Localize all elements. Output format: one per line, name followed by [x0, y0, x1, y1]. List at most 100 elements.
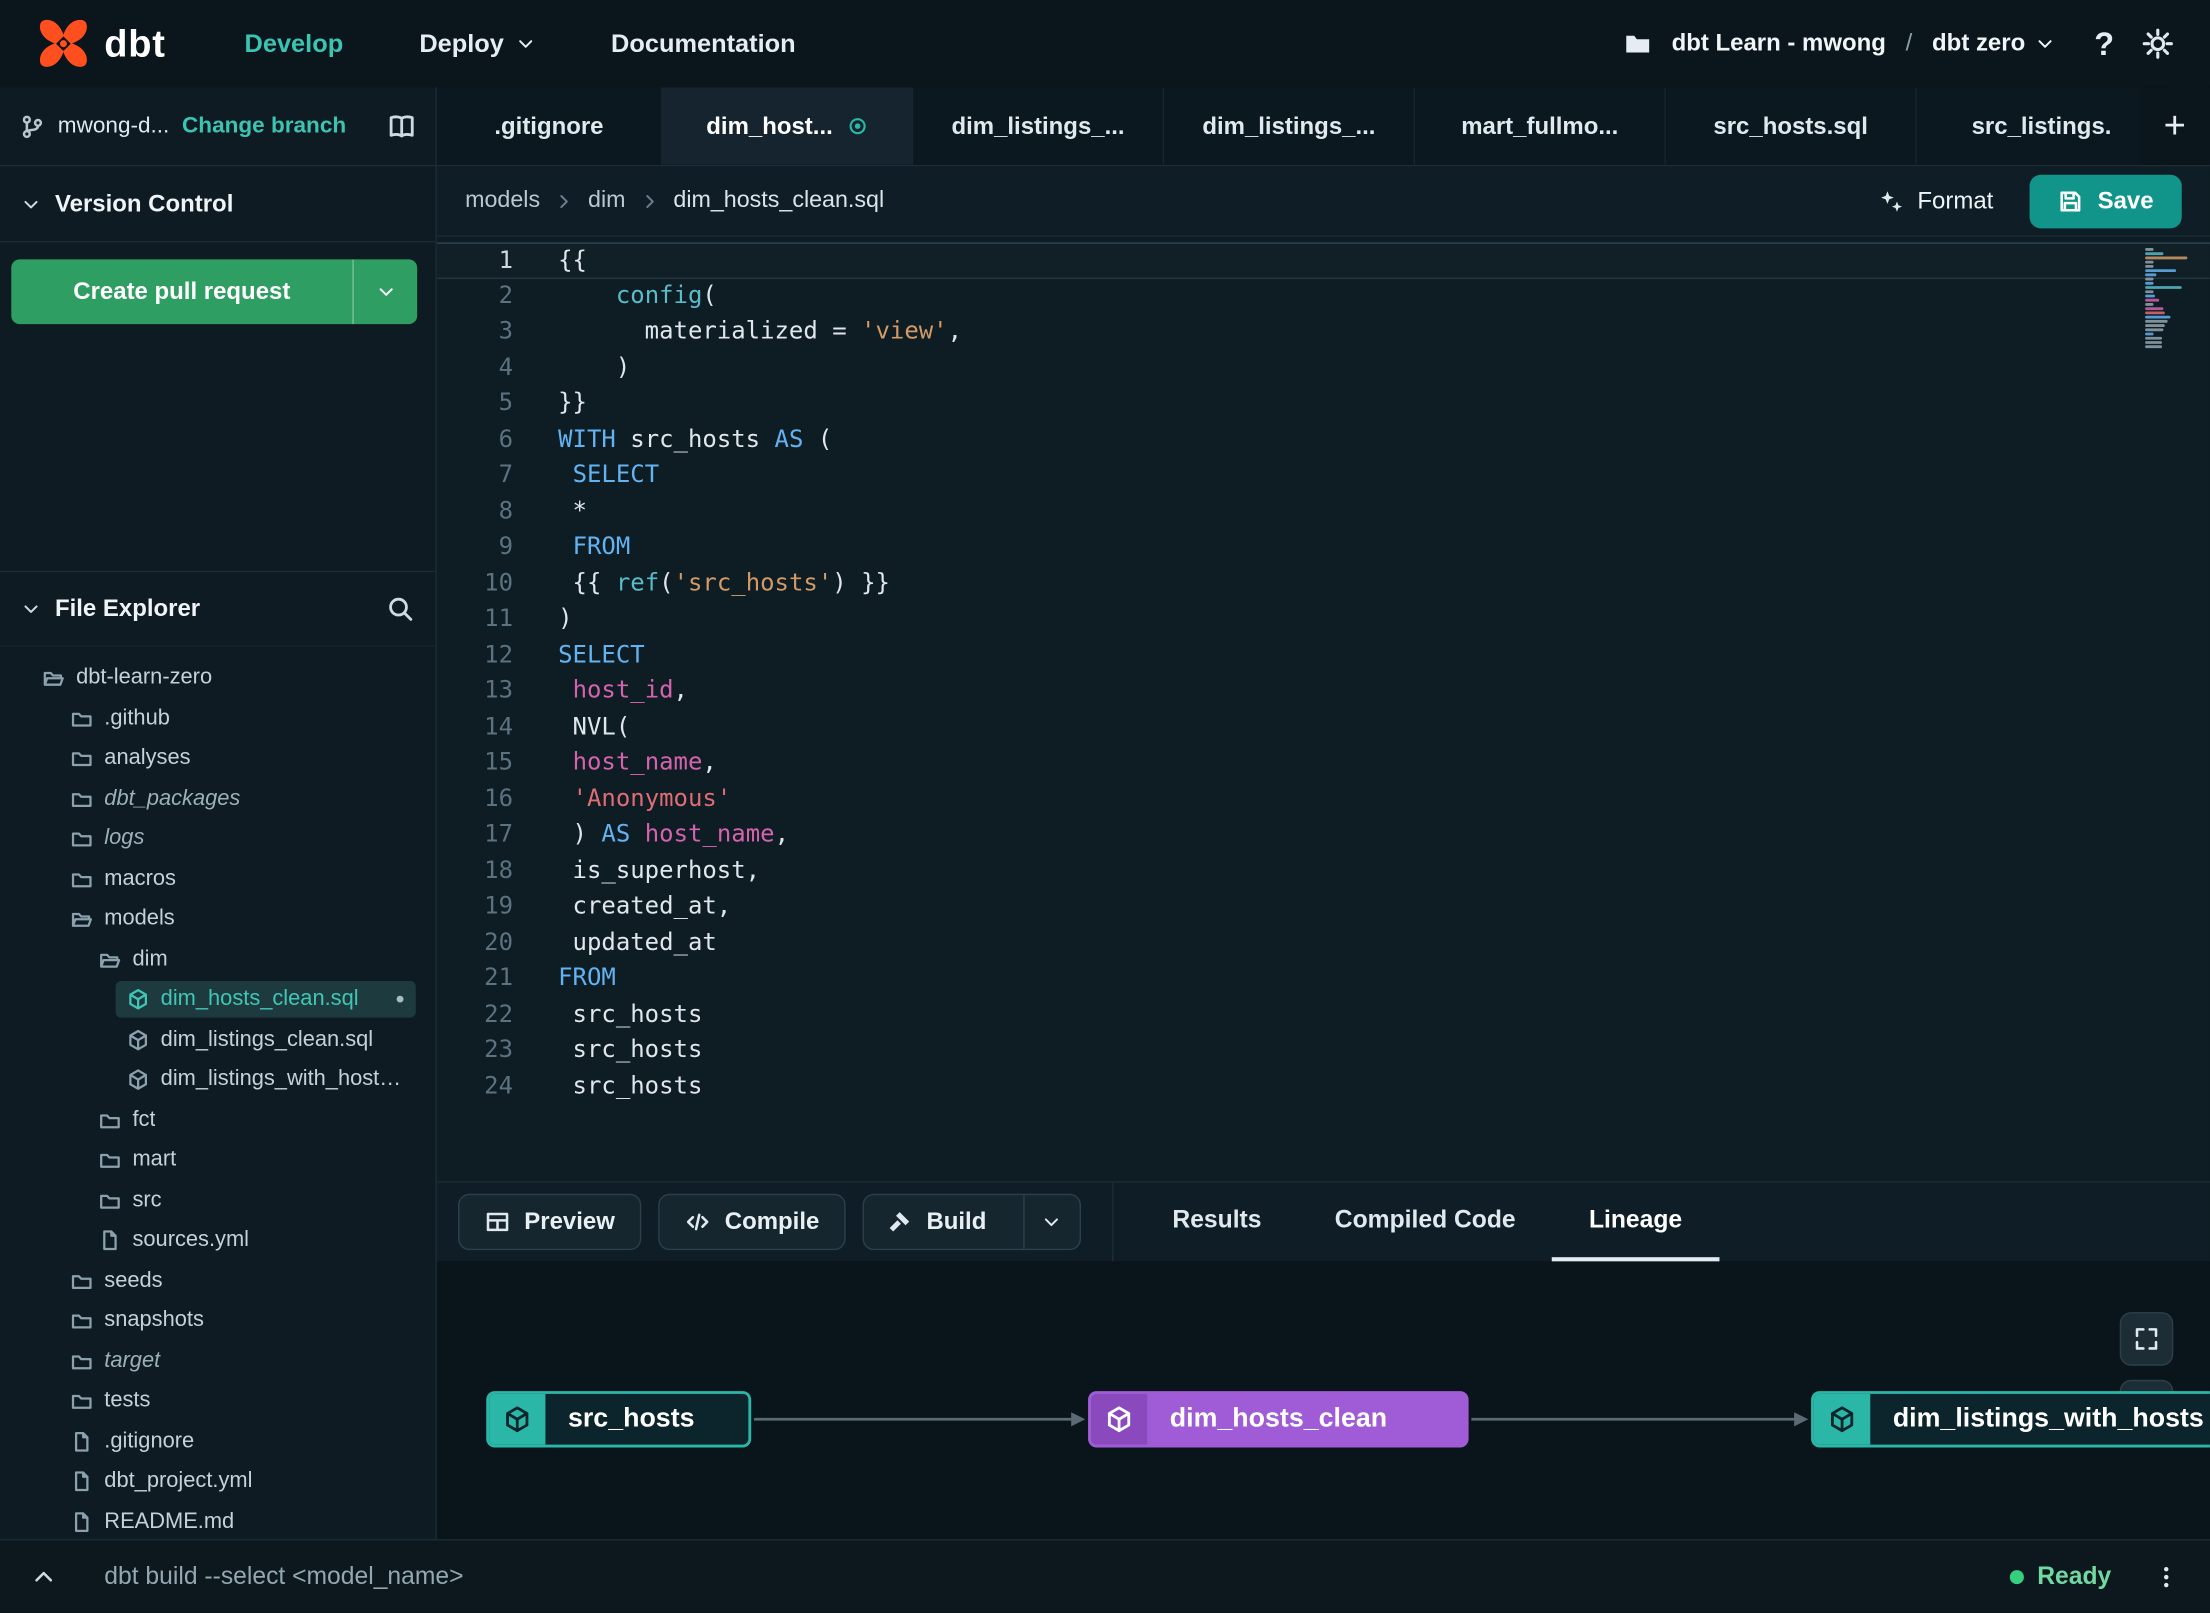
tree-item-src[interactable]: src: [87, 1182, 415, 1219]
code-line[interactable]: 16 'Anonymous': [437, 782, 2210, 818]
code-line[interactable]: 2 config(: [437, 278, 2210, 314]
breadcrumb-models[interactable]: models: [465, 187, 540, 214]
file-tree-row: tests: [0, 1381, 436, 1421]
code-line[interactable]: 4 ): [437, 350, 2210, 386]
editor-tab-src-listings[interactable]: src_listings.: [1916, 87, 2168, 165]
code-line[interactable]: 19 created_at,: [437, 889, 2210, 925]
compile-button[interactable]: Compile: [658, 1193, 847, 1251]
code-line[interactable]: 17 ) AS host_name,: [437, 817, 2210, 853]
code-editor[interactable]: 1{{2 config(3 materialized = 'view', 4 ) 5…: [436, 236, 2210, 1182]
lineage-canvas[interactable]: src_hosts dim_hosts_clean dim_listings_wit…: [436, 1261, 2210, 1540]
code-line[interactable]: 8 *: [437, 494, 2210, 530]
format-button[interactable]: Format: [1879, 187, 1993, 215]
tree-item-mart[interactable]: mart: [87, 1142, 415, 1179]
tree-item-github[interactable]: .github: [59, 700, 416, 737]
tree-item-dim-listings-with-hosts[interactable]: dim_listings_with_hosts...: [116, 1062, 416, 1099]
branch-name[interactable]: mwong-d...: [58, 113, 170, 138]
search-icon[interactable]: [386, 595, 414, 623]
save-button[interactable]: Save: [2029, 174, 2182, 228]
editor-tab-mart-fullmo[interactable]: mart_fullmo...: [1415, 87, 1666, 165]
code-line[interactable]: 1 {{: [436, 242, 2210, 279]
build-dropdown-toggle[interactable]: [1022, 1195, 1079, 1249]
settings-gear-icon[interactable]: [2142, 28, 2173, 59]
pr-dropdown-toggle[interactable]: [352, 259, 417, 325]
code-line[interactable]: 21 FROM: [437, 961, 2210, 997]
tree-item-dbt-packages[interactable]: dbt_packages: [59, 780, 416, 817]
create-pull-request-button[interactable]: Create pull request: [11, 259, 418, 325]
lineage-node-dim-hosts-clean[interactable]: dim_hosts_clean: [1088, 1391, 1469, 1448]
fullscreen-expand-icon[interactable]: [2119, 1312, 2174, 1366]
code-line[interactable]: 15 host_name,: [437, 746, 2210, 782]
editor-tab-dim-listings[interactable]: dim_listings_...: [1164, 87, 1416, 165]
command-input[interactable]: dbt build --select <model_name>: [104, 1562, 2010, 1592]
tree-item-dbt-learn-zero[interactable]: dbt-learn-zero: [31, 660, 416, 697]
folder-icon: [70, 828, 93, 851]
code-line[interactable]: 13 host_id,: [437, 674, 2210, 710]
panel-tab-lineage[interactable]: Lineage: [1552, 1182, 1719, 1262]
code-line[interactable]: 22 src_hosts: [437, 997, 2210, 1033]
tree-item-fct[interactable]: fct: [87, 1102, 415, 1139]
code-line[interactable]: 6 WITH src_hosts AS (: [437, 422, 2210, 458]
tree-item-analyses[interactable]: analyses: [59, 740, 416, 777]
help-icon[interactable]: ?: [2094, 25, 2114, 63]
unsaved-dot: •: [395, 985, 405, 1014]
panel-tab-compiled-code[interactable]: Compiled Code: [1298, 1182, 1552, 1261]
tree-item-sources-yml[interactable]: sources.yml: [87, 1222, 415, 1259]
code-line[interactable]: 18 is_superhost,: [437, 853, 2210, 889]
breadcrumb-dim[interactable]: dim: [588, 187, 625, 214]
line-number: 8: [498, 496, 514, 526]
tree-item-dim-hosts-clean-sql[interactable]: dim_hosts_clean.sql •: [115, 981, 416, 1018]
line-number: 10: [484, 568, 514, 597]
editor-tab-src-hosts-sql[interactable]: src_hosts.sql: [1665, 87, 1917, 165]
tree-item-seeds[interactable]: seeds: [59, 1262, 416, 1299]
tree-item-target[interactable]: target: [59, 1343, 416, 1380]
code-line[interactable]: 20 updated_at: [437, 925, 2210, 961]
code-line[interactable]: 9 FROM: [437, 530, 2210, 566]
tree-item-readme-md[interactable]: README.md: [59, 1503, 416, 1539]
editor-tab-dim-listings[interactable]: dim_listings_...: [913, 87, 1165, 165]
project-name[interactable]: dbt Learn - mwong: [1672, 30, 1886, 58]
version-control-header[interactable]: Version Control: [0, 166, 436, 243]
lineage-node-dim-listings-with-hosts[interactable]: dim_listings_with_hosts: [1811, 1391, 2210, 1448]
tree-item-logs[interactable]: logs: [59, 821, 416, 858]
tree-item-macros[interactable]: macros: [59, 861, 416, 898]
tree-item-tests[interactable]: tests: [59, 1383, 416, 1420]
build-button[interactable]: Build: [863, 1193, 1081, 1251]
preview-button[interactable]: Preview: [458, 1193, 642, 1251]
editor-tab-dim-host[interactable]: dim_host...: [662, 87, 914, 165]
code-line[interactable]: 10 {{ ref('src_hosts') }}: [437, 566, 2210, 602]
line-number: 22: [484, 999, 514, 1029]
file-explorer-header[interactable]: File Explorer: [0, 570, 436, 647]
line-number: 23: [484, 1035, 514, 1065]
nav-documentation[interactable]: Documentation: [611, 29, 796, 59]
editor-tab-gitignore[interactable]: .gitignore: [436, 87, 663, 165]
minimap-line: [2145, 252, 2163, 256]
change-branch-link[interactable]: Change branch: [182, 113, 346, 138]
code-line[interactable]: 23 src_hosts: [437, 1033, 2210, 1069]
new-tab-button[interactable]: +: [2139, 87, 2210, 165]
minimap[interactable]: [2145, 248, 2193, 349]
tree-item-gitignore[interactable]: .gitignore: [59, 1423, 416, 1460]
docs-book-icon[interactable]: [388, 112, 416, 140]
folder-icon: [70, 788, 93, 811]
code-line[interactable]: 5}}: [437, 386, 2210, 422]
kebab-menu-icon[interactable]: [2154, 1564, 2179, 1589]
code-line[interactable]: 3 materialized = 'view',: [437, 314, 2210, 350]
nav-develop[interactable]: Develop: [245, 29, 344, 59]
tree-item-dim[interactable]: dim: [87, 941, 415, 978]
code-line[interactable]: 24 src_hosts: [437, 1069, 2210, 1105]
code-line[interactable]: 7 SELECT: [437, 458, 2210, 494]
code-line[interactable]: 11): [437, 602, 2210, 638]
code-line[interactable]: 12 SELECT: [437, 638, 2210, 674]
panel-tab-results[interactable]: Results: [1136, 1182, 1298, 1261]
tree-item-models[interactable]: models: [59, 901, 416, 938]
tree-item-dbt-project-yml[interactable]: dbt_project.yml: [59, 1463, 416, 1500]
dbt-logo[interactable]: dbt: [37, 17, 166, 71]
lineage-node-src-hosts[interactable]: src_hosts: [486, 1391, 752, 1448]
environment-selector[interactable]: dbt zero: [1932, 30, 2055, 58]
tree-item-snapshots[interactable]: snapshots: [59, 1303, 416, 1340]
tree-item-dim-listings-clean-sql[interactable]: dim_listings_clean.sql: [116, 1021, 416, 1058]
code-line[interactable]: 14 NVL(: [437, 710, 2210, 746]
nav-deploy[interactable]: Deploy: [419, 29, 535, 59]
chevron-up-icon[interactable]: [31, 1564, 56, 1589]
